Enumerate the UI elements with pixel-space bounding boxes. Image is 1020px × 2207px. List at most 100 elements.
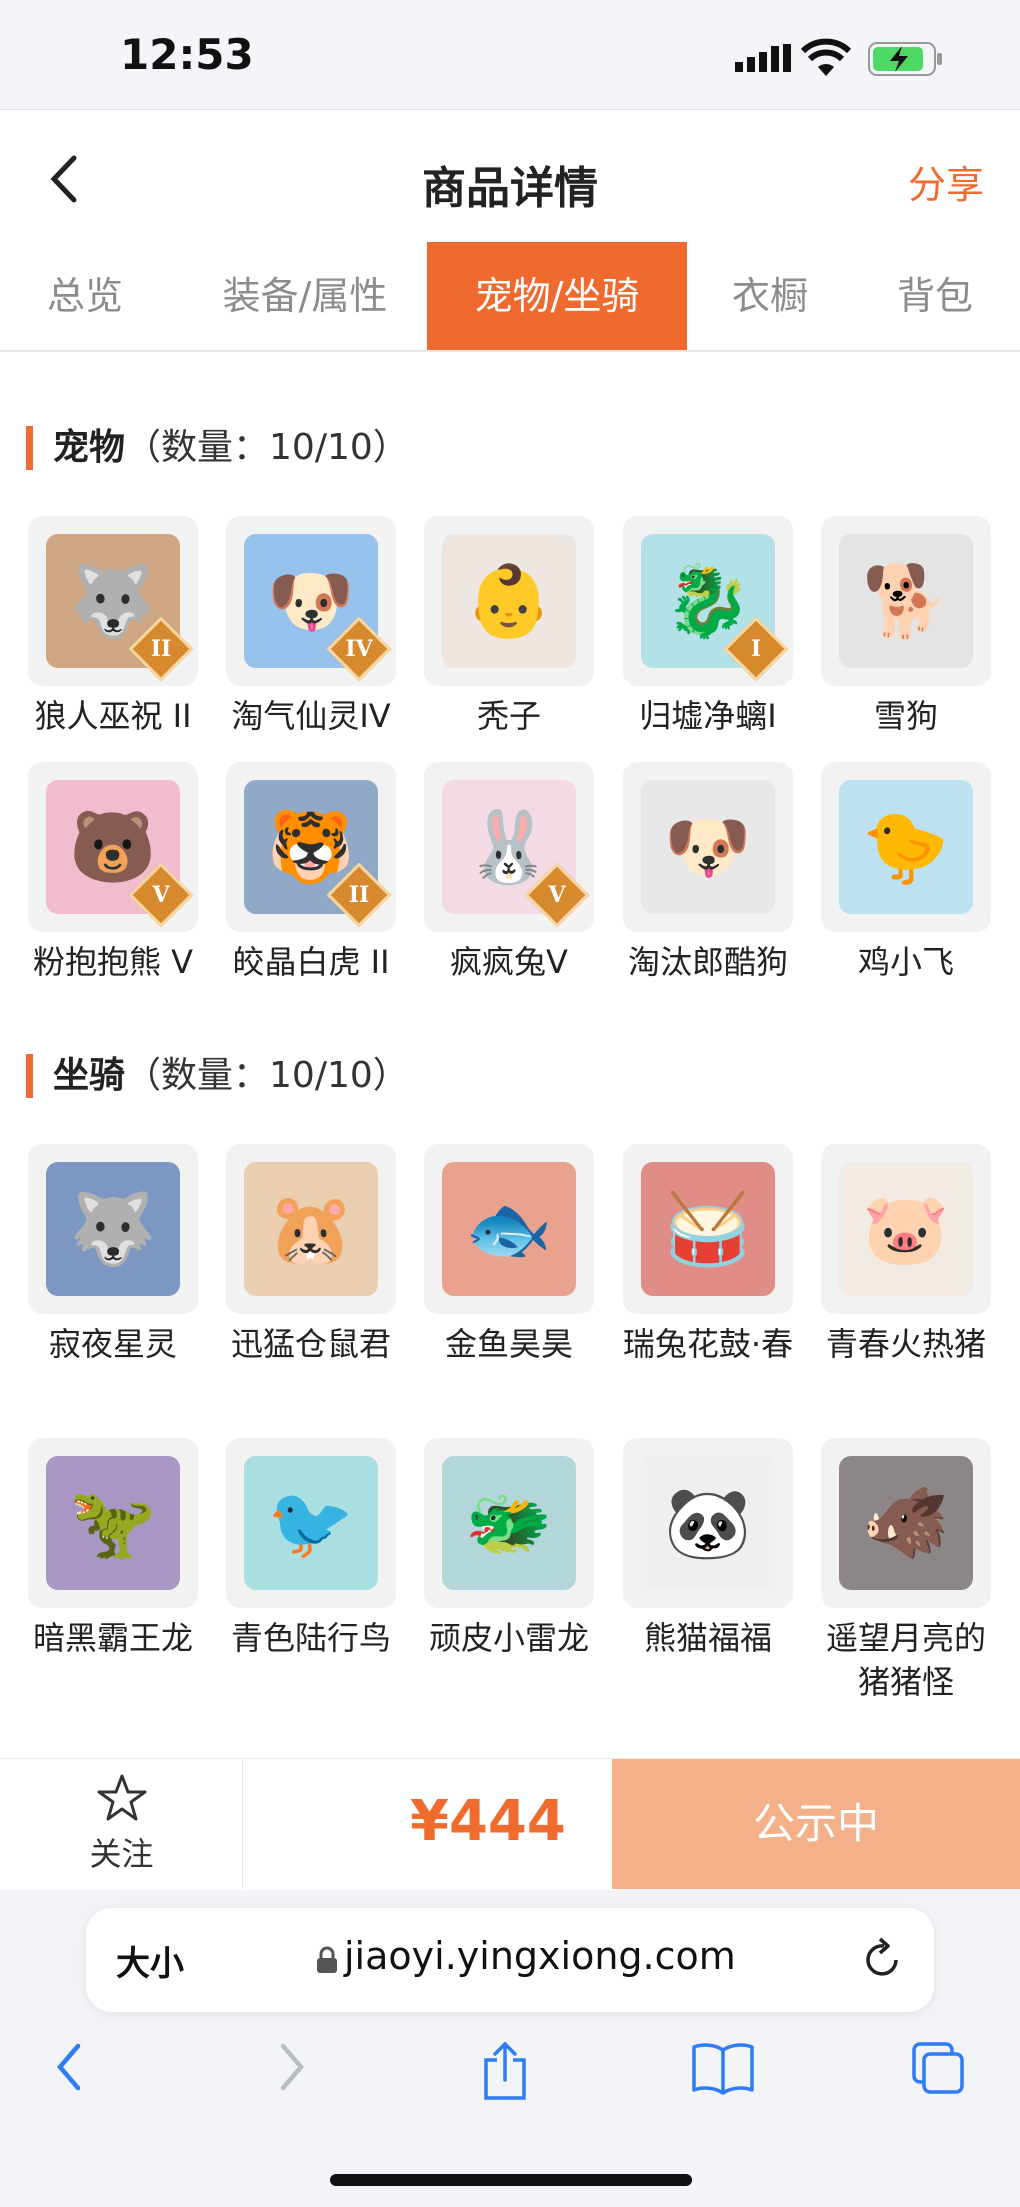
bald-doll-icon: 👶 [424, 516, 594, 686]
mount-name: 迅猛仓鼠君 [230, 1325, 391, 1363]
thumb-glyph: 🐹 [267, 1188, 355, 1270]
nav-bar: 商品详情 分享 [0, 110, 1020, 240]
pets-section-title: 宠物（数量：10/10） [26, 426, 409, 470]
text-size-button[interactable]: 大小 [116, 1936, 184, 1985]
pet-name: 归墟净螭I [639, 697, 777, 735]
reload-icon[interactable] [860, 1936, 904, 1982]
hamster-icon: 🐹 [226, 1144, 396, 1314]
pets-label: 宠物 [53, 427, 126, 468]
pet-item[interactable]: 🐉 I 归墟净螭I [609, 516, 807, 738]
thumb-glyph: 🐺 [69, 1188, 157, 1270]
pet-item[interactable]: 🐰 V 疯疯兔V [410, 762, 608, 984]
bookmarks-icon[interactable] [690, 2040, 756, 2096]
rank-badge-label: V [152, 882, 170, 908]
rank-badge-label: V [548, 882, 566, 908]
pet-name: 淘汰郎酷狗 [627, 943, 788, 981]
pet-name: 皎晶白虎 II [232, 943, 390, 981]
blue-puppy-icon: 🐶 IV [226, 516, 396, 686]
pig-icon: 🐷 [821, 1144, 991, 1314]
mount-item[interactable]: 🐹 迅猛仓鼠君 [212, 1144, 410, 1366]
thumb-glyph: 🐟 [465, 1188, 553, 1270]
mount-item[interactable]: 🐦 青色陆行鸟 [212, 1438, 410, 1660]
mount-item[interactable]: 🦖 暗黑霸王龙 [14, 1438, 212, 1660]
follow-label: 关注 [89, 1835, 154, 1873]
tab-overview[interactable]: 总览 [0, 242, 170, 350]
home-indicator [330, 2174, 692, 2186]
browser-forward-icon[interactable] [275, 2040, 309, 2094]
rank-badge-label: II [150, 636, 172, 662]
chick-icon: 🐤 [821, 762, 991, 932]
pet-item[interactable]: 🐶 淘汰郎酷狗 [609, 762, 807, 984]
bunny-icon: 🐰 V [424, 762, 594, 932]
share-button[interactable]: 分享 [908, 154, 984, 209]
thumb-glyph: 🐕 [862, 560, 950, 642]
mounts-label: 坐骑 [53, 1055, 126, 1096]
thumb-glyph: 🐤 [862, 806, 950, 888]
mount-item[interactable]: 🐷 青春火热猪 [807, 1144, 1005, 1366]
star-wolf-icon: 🐺 [28, 1144, 198, 1314]
pet-name: 疯疯兔V [450, 943, 568, 981]
tab-wardrobe[interactable]: 衣橱 [700, 242, 840, 350]
mount-name: 熊猫福福 [643, 1619, 772, 1657]
price: ¥444 [410, 1789, 566, 1854]
black-pig-icon: 🐗 [821, 1438, 991, 1608]
mount-item[interactable]: 🐼 熊猫福福 [609, 1438, 807, 1660]
mount-name: 寂夜星灵 [48, 1325, 177, 1363]
goldfish-icon: 🐟 [424, 1144, 594, 1314]
browser-back-icon[interactable] [52, 2040, 86, 2094]
follow-button[interactable]: 关注 [0, 1759, 243, 1889]
status-bar: 12:53 [0, 0, 1020, 110]
mount-name: 青春火热猪 [825, 1325, 986, 1363]
mounts-section-title: 坐骑（数量：10/10） [26, 1054, 409, 1098]
mount-name: 瑞兔花鼓·春 [622, 1325, 794, 1363]
pet-item[interactable]: 🐕 雪狗 [807, 516, 1005, 738]
address-bar[interactable]: 大小 jiaoyi.yingxiong.com [86, 1908, 934, 2012]
status-time: 12:53 [120, 30, 254, 79]
pets-count: （数量：10/10） [125, 427, 409, 468]
tab-backpack[interactable]: 背包 [860, 242, 1010, 350]
tabs-overview-icon[interactable] [910, 2040, 966, 2096]
pet-item[interactable]: 👶 秃子 [410, 516, 608, 738]
wifi-icon [800, 38, 852, 76]
wolf-shaman-icon: 🐺 II [28, 516, 198, 686]
pet-item[interactable]: 🐻 V 粉抱抱熊 V [14, 762, 212, 984]
thumb-glyph: 🐦 [267, 1482, 355, 1564]
pet-name: 雪狗 [873, 697, 938, 735]
mount-item[interactable]: 🐗 遥望月亮的猪猪怪 [807, 1438, 1005, 1704]
bird-icon: 🐦 [226, 1438, 396, 1608]
thumb-glyph: 🐗 [862, 1482, 950, 1564]
pet-item[interactable]: 🐤 鸡小飞 [807, 762, 1005, 984]
shiba-icon: 🐕 [821, 516, 991, 686]
battery-charging-icon [868, 42, 942, 76]
pet-item[interactable]: 🐶 IV 淘气仙灵IV [212, 516, 410, 738]
pet-item[interactable]: 🐺 II 狼人巫祝 II [14, 516, 212, 738]
pet-name: 粉抱抱熊 V [32, 943, 194, 981]
star-icon [97, 1774, 147, 1821]
public-status-button[interactable]: 公示中 [612, 1759, 1020, 1889]
mount-item[interactable]: 🐲 顽皮小雷龙 [410, 1438, 608, 1660]
thumb-glyph: 👶 [465, 560, 553, 642]
mount-name: 暗黑霸王龙 [32, 1619, 193, 1657]
share-sheet-icon[interactable] [480, 2040, 530, 2102]
tab-bar: 总览 装备/属性 宠物/坐骑 衣橱 背包 [0, 242, 1020, 352]
tab-equipment[interactable]: 装备/属性 [190, 242, 420, 350]
cellular-signal-icon [735, 44, 791, 72]
page-title: 商品详情 [422, 163, 598, 214]
pet-name: 秃子 [476, 697, 541, 735]
mount-item[interactable]: 🐺 寂夜星灵 [14, 1144, 212, 1366]
mount-name: 金鱼昊昊 [444, 1325, 573, 1363]
thumb-glyph: 🐲 [465, 1482, 553, 1564]
pet-item[interactable]: 🐯 II 皎晶白虎 II [212, 762, 410, 984]
mount-item[interactable]: 🥁 瑞兔花鼓·春 [609, 1144, 807, 1366]
thumb-glyph: 🥁 [664, 1188, 752, 1270]
url-text: jiaoyi.yingxiong.com [344, 1934, 736, 1978]
mount-name: 遥望月亮的猪猪怪 [825, 1619, 986, 1701]
bottom-action-bar: 关注 ¥444 公示中 [0, 1758, 1020, 1889]
pet-name: 狼人巫祝 II [34, 697, 192, 735]
pet-name: 鸡小飞 [857, 943, 954, 981]
tab-pets-mounts[interactable]: 宠物/坐骑 [427, 242, 687, 350]
mount-name: 青色陆行鸟 [230, 1619, 391, 1657]
trex-icon: 🦖 [28, 1438, 198, 1608]
rank-badge-label: IV [345, 636, 373, 662]
mount-item[interactable]: 🐟 金鱼昊昊 [410, 1144, 608, 1366]
